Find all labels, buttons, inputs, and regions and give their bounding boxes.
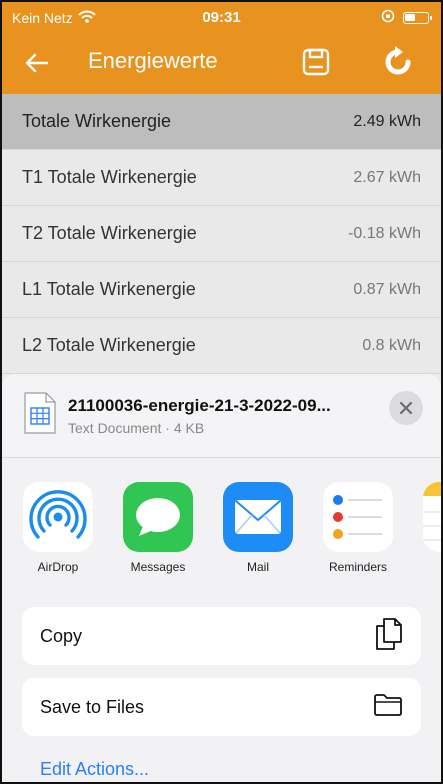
share-app-notes[interactable] — [421, 482, 441, 560]
status-right — [381, 9, 432, 26]
top-bar: Kein Netz 09:31 Energiewerte — [2, 2, 441, 94]
share-app-name: Messages — [130, 560, 186, 574]
energy-row-l2[interactable]: L2 Totale Wirkenergie 0.8 kWh — [2, 318, 441, 374]
copy-icon — [375, 617, 403, 655]
folder-icon — [373, 693, 403, 722]
close-button[interactable] — [389, 391, 423, 425]
mail-icon — [223, 482, 293, 552]
energy-row-value: 2.49 kWh — [353, 112, 421, 130]
energy-row-label: L2 Totale Wirkenergie — [22, 335, 196, 355]
share-app-mail[interactable]: Mail — [221, 482, 295, 574]
save-to-files-label: Save to Files — [40, 696, 145, 717]
document-icon — [24, 392, 56, 434]
rotation-lock-icon — [381, 9, 395, 26]
energy-row-label: Totale Wirkenergie — [22, 111, 172, 131]
refresh-button[interactable] — [378, 42, 418, 82]
share-sheet: 21100036-energie-21-3-2022-09... Text Do… — [2, 374, 441, 782]
copy-action-label: Copy — [40, 625, 83, 646]
share-app-reminders[interactable]: Reminders — [321, 482, 395, 574]
share-file-header: 21100036-energie-21-3-2022-09... Text Do… — [2, 374, 441, 458]
share-app-row: AirDrop Messages Mail Reminders — [2, 482, 441, 592]
file-name: 21100036-energie-21-3-2022-09... — [68, 396, 331, 415]
share-app-airdrop[interactable]: AirDrop — [21, 482, 95, 574]
energy-row-value: 0.8 kWh — [362, 336, 421, 354]
save-button[interactable] — [298, 44, 334, 80]
copy-action[interactable]: Copy — [22, 607, 421, 665]
airdrop-icon — [23, 482, 93, 552]
share-app-name: Mail — [246, 560, 269, 574]
edit-actions-link[interactable]: Edit Actions... — [40, 759, 149, 780]
reminders-icon — [323, 482, 393, 552]
energy-row-value: 2.67 kWh — [353, 168, 421, 186]
energy-row-value: 0.87 kWh — [353, 280, 421, 298]
energy-row-l1[interactable]: L1 Totale Wirkenergie 0.87 kWh — [2, 262, 441, 318]
energy-row-total[interactable]: Totale Wirkenergie 2.49 kWh — [2, 94, 441, 150]
page-title: Energiewerte — [88, 48, 218, 73]
close-icon — [399, 401, 413, 415]
nav-header: Energiewerte — [2, 34, 441, 92]
battery-icon — [403, 11, 432, 24]
messages-icon — [123, 482, 193, 552]
energy-row-t1[interactable]: T1 Totale Wirkenergie 2.67 kWh — [2, 150, 441, 206]
energy-row-label: L1 Totale Wirkenergie — [22, 279, 196, 299]
share-app-messages[interactable]: Messages — [121, 482, 195, 574]
energy-list: Totale Wirkenergie 2.49 kWh T1 Totale Wi… — [2, 94, 441, 374]
refresh-icon — [385, 46, 411, 75]
energy-row-label: T2 Totale Wirkenergie — [22, 223, 197, 243]
back-button[interactable] — [20, 46, 54, 80]
share-app-name: AirDrop — [37, 560, 79, 574]
clock: 09:31 — [202, 9, 241, 26]
energy-row-label: T1 Totale Wirkenergie — [22, 167, 197, 187]
app-screen: Kein Netz 09:31 Energiewerte Totale Wirk… — [0, 0, 443, 784]
save-icon — [302, 48, 330, 76]
notes-icon — [423, 482, 441, 552]
energy-row-value: -0.18 kWh — [348, 224, 421, 242]
file-meta: Text Document · 4 KB — [68, 420, 205, 436]
status-bar: Kein Netz 09:31 — [2, 2, 441, 34]
energy-row-t2[interactable]: T2 Totale Wirkenergie -0.18 kWh — [2, 206, 441, 262]
save-to-files-action[interactable]: Save to Files — [22, 678, 421, 736]
back-arrow-icon — [25, 53, 49, 73]
share-app-name: Reminders — [328, 560, 388, 574]
